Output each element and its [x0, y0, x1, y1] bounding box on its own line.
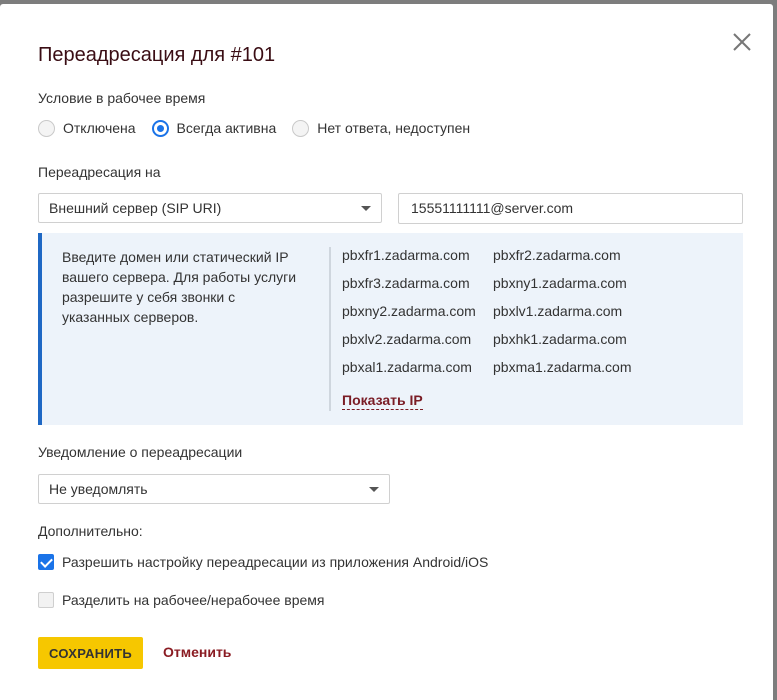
- split-working-hours-option[interactable]: Разделить на рабочее/нерабочее время: [38, 592, 324, 608]
- server-item: pbxfr1.zadarma.com: [342, 247, 470, 263]
- condition-radio-group: Отключена Всегда активна Нет ответа, нед…: [38, 118, 486, 138]
- server-item: pbxny1.zadarma.com: [493, 275, 627, 291]
- chevron-down-icon: [361, 206, 371, 211]
- server-item: pbxny2.zadarma.com: [342, 303, 476, 319]
- forwarding-dialog: Переадресация для #101 Условие в рабочее…: [0, 4, 773, 700]
- dialog-title: Переадресация для #101: [38, 44, 276, 66]
- cancel-button[interactable]: Отменить: [163, 644, 231, 660]
- server-item: pbxlv1.zadarma.com: [493, 303, 623, 319]
- server-item: pbxlv2.zadarma.com: [342, 331, 472, 347]
- radio-disabled[interactable]: Отключена: [38, 119, 136, 137]
- radio-label: Всегда активна: [176, 120, 277, 136]
- server-item: pbxfr3.zadarma.com: [342, 275, 470, 291]
- divider: [329, 247, 331, 411]
- sip-uri-input[interactable]: 15551111111@server.com: [398, 193, 743, 224]
- show-ip-link[interactable]: Показать IP: [342, 392, 423, 410]
- info-text: Введите домен или статический IP вашего …: [62, 249, 297, 325]
- checkbox-label: Разделить на рабочее/нерабочее время: [62, 592, 325, 608]
- radio-label: Нет ответа, недоступен: [317, 120, 471, 136]
- radio-dot-selected: [151, 119, 169, 137]
- forward-to-label: Переадресация на: [38, 164, 161, 180]
- allow-app-forwarding-option[interactable]: Разрешить настройку переадресации из при…: [38, 554, 488, 570]
- notification-select[interactable]: Не уведомлять: [38, 474, 390, 504]
- condition-label: Условие в рабочее время: [38, 90, 206, 106]
- forward-type-value: Внешний сервер (SIP URI): [49, 200, 222, 216]
- radio-dot: [292, 119, 310, 137]
- additional-label: Дополнительно:: [38, 523, 143, 539]
- checkbox-checked[interactable]: [38, 554, 54, 570]
- radio-no-answer[interactable]: Нет ответа, недоступен: [292, 119, 471, 137]
- server-item: pbxhk1.zadarma.com: [493, 331, 627, 347]
- servers-info-box: Введите домен или статический IP вашего …: [38, 233, 743, 425]
- chevron-down-icon: [369, 487, 379, 492]
- checkbox-unchecked[interactable]: [38, 592, 54, 608]
- forward-type-select[interactable]: Внешний сервер (SIP URI): [38, 193, 382, 223]
- server-item: pbxfr2.zadarma.com: [493, 247, 621, 263]
- server-item: pbxal1.zadarma.com: [342, 359, 472, 375]
- server-item: pbxma1.zadarma.com: [493, 359, 632, 375]
- save-button[interactable]: СОХРАНИТЬ: [38, 637, 143, 669]
- notification-label: Уведомление о переадресации: [38, 444, 243, 460]
- close-icon[interactable]: [731, 31, 753, 53]
- radio-label: Отключена: [63, 120, 136, 136]
- radio-dot: [38, 119, 55, 137]
- checkbox-label: Разрешить настройку переадресации из при…: [62, 554, 489, 570]
- radio-always-active[interactable]: Всегда активна: [151, 119, 277, 137]
- notification-value: Не уведомлять: [49, 481, 148, 497]
